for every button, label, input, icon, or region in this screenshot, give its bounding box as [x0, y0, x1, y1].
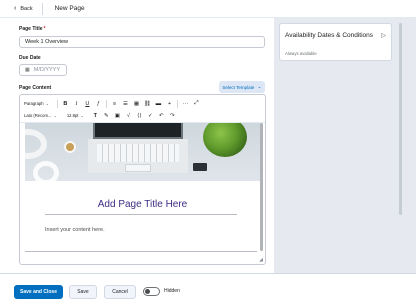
due-date-placeholder: M/D/YYYY	[33, 67, 61, 73]
page-title-input-value: Week 1 Overview	[25, 39, 68, 45]
chevron-down-icon: ⌄	[257, 84, 262, 90]
save-and-close-button[interactable]: Save and Close	[14, 285, 63, 299]
top-bar: ‹ Back New Page	[0, 0, 416, 18]
accessibility-icon[interactable]: ✓	[145, 111, 156, 121]
headphones-shape	[25, 129, 47, 159]
font-size-value: 12.8pt	[66, 113, 79, 118]
more-icon[interactable]: ···	[180, 99, 191, 109]
undo-icon[interactable]: ↶	[156, 111, 167, 121]
calendar-icon: ▦	[25, 67, 30, 73]
toolbar-row-1: Paragraph ⌄ B I U ƒ ≡ ☰ ▦ ⛓ ▬ + ··· ⤢	[20, 98, 265, 109]
toolbar-separator	[176, 99, 178, 108]
earphones-shape	[33, 161, 59, 181]
sidebar: Availability Dates & Conditions ▷ Always…	[274, 18, 416, 273]
italic-icon[interactable]: I	[71, 99, 82, 109]
underline-icon[interactable]: U	[82, 99, 93, 109]
banner-image	[25, 123, 260, 181]
plant-shape	[203, 123, 247, 157]
keyboard-shape	[97, 144, 179, 162]
laptop-screen-shape	[93, 123, 183, 139]
footer-bar: Save and Close Save Cancel Hidden	[0, 273, 416, 300]
image-icon[interactable]: ▣	[112, 111, 123, 121]
sidebar-scrollbar[interactable]	[399, 23, 402, 215]
resize-handle-icon[interactable]: ◢	[259, 257, 263, 263]
chevron-left-icon: ‹	[14, 5, 17, 12]
page-title: New Page	[54, 5, 85, 12]
topbar-divider	[41, 2, 43, 15]
font-family-value: Lato (Recom...	[24, 113, 52, 118]
media-icon[interactable]: ▬	[153, 99, 164, 109]
font-size-select[interactable]: 12.8pt ⌄	[67, 113, 84, 118]
paragraph-format-select[interactable]: Paragraph ⌄	[24, 101, 49, 106]
select-template-button[interactable]: Select Template ⌄	[219, 81, 265, 93]
table-icon[interactable]: ▦	[131, 99, 142, 109]
due-date-input[interactable]: ▦ M/D/YYYY	[19, 64, 67, 76]
phone-shape	[193, 163, 207, 171]
back-label: Back	[20, 5, 33, 12]
fullscreen-icon[interactable]: ⤢	[191, 99, 202, 109]
trackpad-shape	[125, 164, 151, 172]
heading-divider	[45, 214, 237, 215]
strikethrough-icon[interactable]: ƒ	[93, 99, 104, 109]
required-mark: *	[43, 26, 46, 32]
link-icon[interactable]: ⛓	[142, 99, 153, 109]
content-body[interactable]: Insert your content here.	[45, 227, 105, 233]
due-date-label: Due Date	[19, 55, 41, 61]
redo-icon[interactable]: ↷	[167, 111, 178, 121]
font-family-select[interactable]: Lato (Recom... ⌄	[24, 113, 57, 118]
chevron-down-icon: ⌄	[80, 113, 84, 118]
title-label-text: Page Title	[19, 26, 43, 32]
editor-scrollbar[interactable]	[260, 123, 263, 251]
align-icon[interactable]: ≡	[109, 99, 120, 109]
rich-text-editor[interactable]: Paragraph ⌄ B I U ƒ ≡ ☰ ▦ ⛓ ▬ + ··· ⤢ Lat…	[19, 94, 266, 265]
page-content-label: Page Content	[19, 85, 52, 91]
hidden-toggle[interactable]	[143, 287, 160, 296]
toolbar-separator	[56, 99, 58, 108]
hidden-toggle-label: Hidden	[164, 288, 180, 294]
chevron-down-icon: ⌄	[53, 113, 57, 118]
bold-icon[interactable]: B	[60, 99, 71, 109]
save-button[interactable]: Save	[69, 285, 97, 299]
code-icon[interactable]: ⟨⟩	[134, 111, 145, 121]
page-title-input[interactable]: Week 1 Overview	[19, 36, 265, 48]
back-button[interactable]: ‹ Back	[14, 5, 33, 12]
chevron-down-icon: ⌄	[45, 101, 49, 106]
toggle-knob	[145, 289, 150, 294]
content-heading[interactable]: Add Page Title Here	[20, 199, 265, 210]
highlight-icon[interactable]: ✎	[101, 111, 112, 121]
toolbar-separator	[105, 99, 107, 108]
body-divider	[25, 251, 257, 252]
availability-title: Availability Dates & Conditions	[285, 32, 374, 39]
insert-icon[interactable]: +	[164, 99, 175, 109]
availability-status: Always available	[285, 51, 317, 56]
availability-card[interactable]: Availability Dates & Conditions ▷ Always…	[279, 23, 392, 61]
chevron-right-icon: ▷	[381, 33, 386, 39]
toolbar-row-2: Lato (Recom... ⌄ 12.8pt ⌄ T ✎ ▣ √ ⟨⟩ ✓ ↶ ↷	[20, 110, 265, 121]
coffee-cup-shape	[64, 141, 76, 153]
cancel-button[interactable]: Cancel	[104, 285, 136, 299]
paragraph-format-value: Paragraph	[24, 101, 44, 106]
text-color-icon[interactable]: T	[90, 111, 101, 121]
list-icon[interactable]: ☰	[120, 99, 131, 109]
title-field-label: Page Title*	[19, 26, 45, 32]
equation-icon[interactable]: √	[123, 111, 134, 121]
select-template-label: Select Template	[222, 84, 255, 90]
